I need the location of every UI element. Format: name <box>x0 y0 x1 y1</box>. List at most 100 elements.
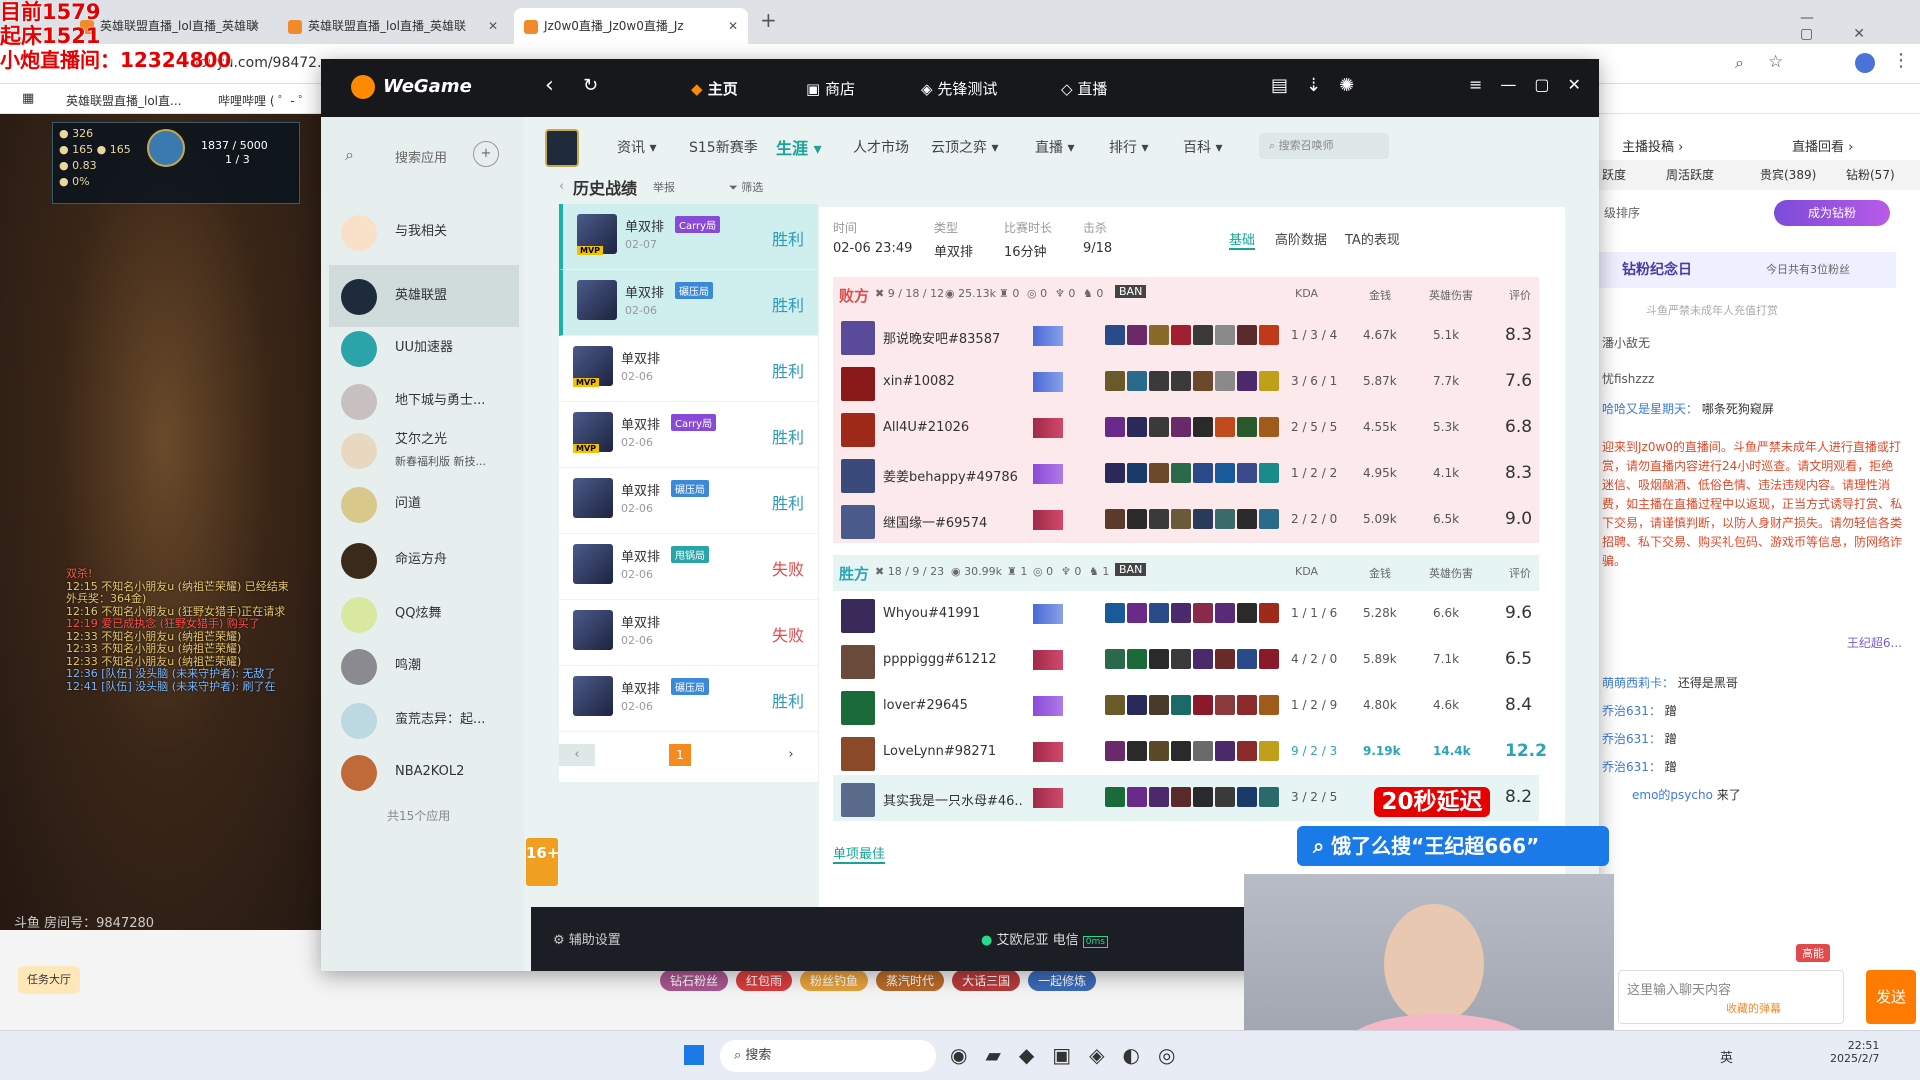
fav-danmaku-link[interactable]: 收藏的弹幕 <box>1726 1000 1781 1016</box>
browser-tab-active[interactable]: Jz0w0直播_Jz0w0直播_Jz ✕ <box>514 8 748 44</box>
player-row[interactable]: lover#29645 1 / 2 / 9 4.80k 4.6k 8.4 <box>833 683 1539 729</box>
tab-replays[interactable]: 直播回看 › <box>1792 136 1853 155</box>
gift-chip[interactable]: 大话三国 <box>952 970 1021 991</box>
send-button[interactable]: 发送 <box>1866 970 1916 1024</box>
app-lostark[interactable]: 命运方舟 <box>329 529 519 591</box>
player-row[interactable]: All4U#21026 2 / 5 / 5 4.55k 5.3k 6.8 <box>833 405 1539 451</box>
nav-home[interactable]: ◆ 主页 <box>691 78 738 99</box>
tab-advanced[interactable]: 高阶数据 <box>1275 229 1327 248</box>
player-row[interactable]: LoveLynn#98271 9 / 2 / 3 9.19k 14.4k 12.2 <box>833 729 1547 775</box>
bookmark[interactable]: 英雄联盟直播_lol直... <box>66 92 181 109</box>
chat-message: 王纪超6... <box>1846 636 1902 650</box>
window-controls[interactable]: ≡—▢✕ <box>1469 75 1599 94</box>
lol-nav-item[interactable]: 直播 ▾ <box>1035 137 1074 157</box>
taskbar-search[interactable]: ⌕ 搜索 <box>720 1040 936 1072</box>
match-row[interactable]: MVP 单双排 Carry局 02-06 胜利 <box>559 402 818 468</box>
become-fan-button[interactable]: 成为钻粉 <box>1774 200 1890 226</box>
gift-chip[interactable]: 红包雨 <box>736 970 793 991</box>
subtab[interactable]: 周活跃度 <box>1666 160 1714 190</box>
subtab[interactable]: 贵宾(389) <box>1760 160 1816 190</box>
next-page-icon[interactable]: › <box>773 744 809 766</box>
champion-avatar <box>841 645 875 679</box>
match-row[interactable]: 单双排 甩锅局 02-06 失败 <box>559 534 818 600</box>
nav-test[interactable]: ◈ 先锋测试 <box>921 78 997 99</box>
taskbar-apps[interactable]: ◉▰◆▣◈◐◎ <box>950 1043 1193 1067</box>
start-icon[interactable] <box>684 1045 704 1065</box>
lol-nav-item[interactable]: 排行 ▾ <box>1109 137 1148 157</box>
player-row[interactable]: 那说晚安吧#83587 1 / 3 / 4 4.67k 5.1k 8.3 <box>833 313 1539 359</box>
gift-chip[interactable]: 一起修炼 <box>1028 970 1097 991</box>
champion-avatar <box>573 676 613 716</box>
refresh-icon[interactable]: ↻ <box>583 75 598 96</box>
nav-live[interactable]: ◇ 直播 <box>1061 78 1107 99</box>
app-wuwa[interactable]: 鸣潮 <box>329 635 519 697</box>
lol-nav-item[interactable]: 云顶之弈 ▾ <box>931 137 998 157</box>
player-row[interactable]: Whyou#41991 1 / 1 / 6 5.28k 6.6k 9.6 <box>833 591 1539 637</box>
room-number: 斗鱼 房间号：9847280 <box>14 916 155 931</box>
lol-nav-item[interactable]: 人才市场 <box>853 137 909 157</box>
match-row[interactable]: MVP 单双排 02-06 胜利 <box>559 336 818 402</box>
new-tab-button[interactable]: + <box>760 8 777 32</box>
summoner-search-input[interactable]: ⌕ 搜索召唤师 <box>1259 133 1389 159</box>
match-row[interactable]: MVP 单双排 Carry局 02-07 胜利 <box>559 204 818 270</box>
subtab[interactable]: 钻粉(57) <box>1846 160 1895 190</box>
elsword-icon <box>341 433 377 469</box>
app-nba2k[interactable]: NBA2KOL2 <box>329 741 519 803</box>
star-icon[interactable]: ☆ <box>1768 52 1783 72</box>
gift-chip[interactable]: 蒸汽时代 <box>876 970 945 991</box>
app-elsword[interactable]: 艾尔之光 新春福利版 新技... <box>329 419 519 481</box>
tool-icons[interactable]: ▤⇣✺ <box>1271 75 1372 96</box>
app-search-input[interactable]: 搜索应用 <box>395 147 447 166</box>
ime-indicator[interactable]: 英 <box>1720 1047 1733 1066</box>
subtab[interactable]: 跃度 <box>1602 160 1626 190</box>
champion-avatar <box>841 505 875 539</box>
browser-tab[interactable]: 英雄联盟直播_lol直播_英雄联 ✕ <box>278 8 508 44</box>
match-row[interactable]: 单双排 碾压局 02-06 胜利 <box>559 270 818 336</box>
close-icon[interactable]: ✕ <box>728 8 738 44</box>
report-link[interactable]: 举报 <box>653 179 675 195</box>
bookmark[interactable]: 哔哩哔哩 ( ゜- ゜ <box>218 92 310 109</box>
menu-icon[interactable]: ⋮ <box>1892 50 1910 71</box>
lol-nav-item[interactable]: S15新赛季 <box>689 137 758 157</box>
assist-settings[interactable]: ⚙ 辅助设置 <box>553 929 621 948</box>
high-energy-button[interactable]: 高能 <box>1796 944 1830 962</box>
back-icon[interactable]: ‹ <box>545 73 554 98</box>
player-row[interactable]: 继国缘一#69574 2 / 2 / 0 5.09k 6.5k 9.0 <box>833 497 1539 543</box>
match-row[interactable]: 单双排 02-06 失败 <box>559 600 818 666</box>
zoom-icon[interactable]: ⌕ <box>1735 53 1744 73</box>
gift-chip[interactable]: 粉丝钓鱼 <box>800 970 869 991</box>
prev-page-icon[interactable]: ‹ <box>559 744 595 766</box>
player-row[interactable]: ppppiggg#61212 4 / 2 / 0 5.89k 7.1k 6.5 <box>833 637 1539 683</box>
champion-avatar <box>841 367 875 401</box>
lostark-icon <box>341 543 377 579</box>
lol-nav-item-active[interactable]: 生涯 ▾ <box>776 135 822 159</box>
player-row[interactable]: 姜姜behappy#49786 1 / 2 / 2 4.95k 4.1k 8.3 <box>833 451 1539 497</box>
tab-performance[interactable]: TA的表现 <box>1345 229 1400 248</box>
player-row[interactable]: xin#10082 3 / 6 / 1 5.87k 7.7k 7.6 <box>833 359 1539 405</box>
clock[interactable]: 22:51 2025/2/7 <box>1830 1039 1879 1065</box>
close-icon[interactable]: ✕ <box>488 8 498 44</box>
lol-nav-item[interactable]: 资讯 ▾ <box>617 137 656 157</box>
add-app-icon[interactable]: + <box>473 141 499 167</box>
item-slots <box>1105 417 1281 439</box>
match-row[interactable]: 单双排 碾压局 02-06 胜利 <box>559 666 818 732</box>
best-single-tab[interactable]: 单项最佳 <box>833 843 886 864</box>
page-number[interactable]: 1 <box>669 744 691 766</box>
lol-nav-item[interactable]: 百科 ▾ <box>1183 137 1222 157</box>
app-wendao[interactable]: 问道 <box>329 473 519 535</box>
close-icon[interactable]: ✕ <box>250 8 260 44</box>
gift-chip[interactable]: 钻石粉丝 <box>660 970 729 991</box>
filter-button[interactable]: ⏷ 筛选 <box>729 179 763 195</box>
match-row[interactable]: 单双排 碾压局 02-06 胜利 <box>559 468 818 534</box>
hud-pct: ● 0% <box>59 175 90 188</box>
profile-icon[interactable] <box>1855 53 1875 73</box>
task-hall-button[interactable]: 任务大厅 <box>18 966 80 994</box>
tab-uploads[interactable]: 主播投稿 › <box>1622 136 1683 155</box>
tab-basic[interactable]: 基础 <box>1229 229 1256 250</box>
stream-overlay-counters: 目前1579 起床1521 小炮直播间：12324800 <box>0 0 232 72</box>
nav-shop[interactable]: ▣ 商店 <box>806 78 855 99</box>
app-related[interactable]: 与我相关 <box>329 201 519 263</box>
apps-icon[interactable]: ▦ <box>22 91 34 106</box>
stream-video[interactable]: ● 326 ● 165 ● 165 ● 0.83 ● 0% 1837 / 500… <box>0 114 330 934</box>
window-controls[interactable]: —▢✕ <box>1800 10 1920 42</box>
